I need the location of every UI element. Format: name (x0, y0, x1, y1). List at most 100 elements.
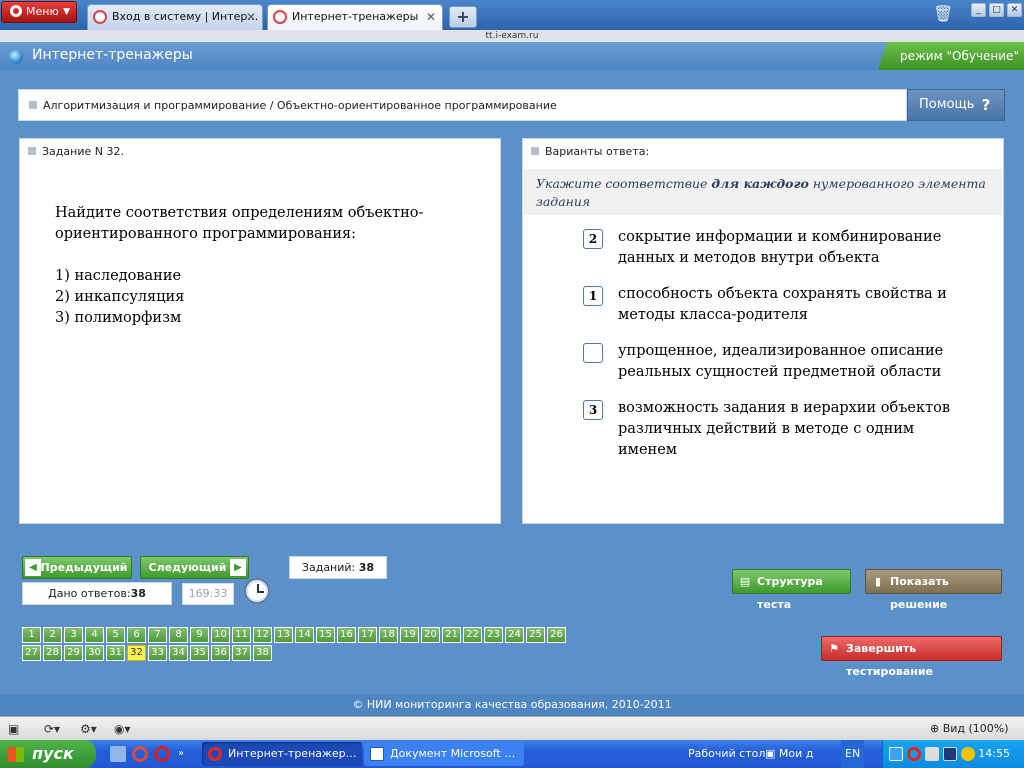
window-close-button[interactable]: ✕ (1007, 3, 1022, 17)
unite-icon[interactable]: ⚙▾ (80, 721, 97, 737)
task-number-4[interactable]: 4 (85, 627, 104, 643)
question-item: 3) полиморфизм (55, 310, 182, 326)
taskbar-window-word[interactable]: Документ Microsoft … (364, 742, 524, 766)
task-number-29[interactable]: 29 (64, 645, 83, 661)
task-number-27[interactable]: 27 (22, 645, 41, 661)
question-text: Найдите соответствия определениям объект… (55, 203, 475, 329)
display-icon[interactable] (943, 747, 957, 761)
task-number-6[interactable]: 6 (127, 627, 146, 643)
maximize-button[interactable]: □ (989, 3, 1004, 17)
minimize-button[interactable]: _ (971, 3, 986, 17)
task-number-18[interactable]: 18 (379, 627, 398, 643)
sync-icon[interactable]: ⟳▾ (44, 721, 60, 737)
quicklaunch-opera-icon[interactable] (132, 746, 148, 762)
favicon-icon (273, 10, 287, 24)
task-number-22[interactable]: 22 (463, 627, 482, 643)
answer-text: сокрытие информации и комбинирование дан… (618, 229, 942, 266)
task-number-24[interactable]: 24 (505, 627, 524, 643)
task-number-28[interactable]: 28 (43, 645, 62, 661)
show-solution-button[interactable]: ▮ Показать решение (865, 569, 1002, 611)
task-number-14[interactable]: 14 (295, 627, 314, 643)
task-number-30[interactable]: 30 (85, 645, 104, 661)
close-icon[interactable]: ✕ (426, 5, 436, 29)
task-number-7[interactable]: 7 (148, 627, 167, 643)
globe-icon (9, 50, 23, 64)
help-button[interactable]: Помощь ? (907, 89, 1005, 121)
task-number-15[interactable]: 15 (316, 627, 335, 643)
task-number-38[interactable]: 38 (253, 645, 272, 661)
answers-panel: Варианты ответа: Укажите соответствие дл… (522, 138, 1004, 524)
match-input[interactable]: 1 (583, 286, 603, 306)
question-line: Найдите соответствия определениям объект… (55, 205, 424, 221)
address-bar[interactable]: tt.i-exam.ru (0, 30, 1024, 42)
clock-icon (244, 578, 270, 604)
menu-label: Меню (26, 5, 59, 18)
site-title: Интернет-тренажеры (32, 47, 193, 63)
book-icon: ▮ (874, 575, 882, 588)
task-number-1[interactable]: 1 (22, 627, 41, 643)
task-number-13[interactable]: 13 (274, 627, 293, 643)
desktop-toolbar[interactable]: Рабочий стол (688, 740, 765, 768)
match-input[interactable]: 2 (583, 229, 603, 249)
task-number-34[interactable]: 34 (169, 645, 188, 661)
opera-tray-icon[interactable] (907, 747, 921, 761)
task-number-37[interactable]: 37 (232, 645, 251, 661)
task-number-9[interactable]: 9 (190, 627, 209, 643)
task-number-10[interactable]: 10 (211, 627, 230, 643)
quicklaunch-pen-icon[interactable] (110, 746, 126, 762)
task-number-17[interactable]: 17 (358, 627, 377, 643)
task-number-8[interactable]: 8 (169, 627, 188, 643)
mode-badge: режим "Обучение" (878, 42, 1024, 70)
task-number-21[interactable]: 21 (442, 627, 461, 643)
new-tab-button[interactable]: + (449, 6, 477, 28)
network-icon[interactable] (889, 747, 903, 761)
task-number-19[interactable]: 19 (400, 627, 419, 643)
quicklaunch-more-icon[interactable]: » (178, 746, 194, 762)
turbo-icon[interactable]: ◉▾ (114, 721, 131, 737)
volume-icon[interactable] (925, 747, 939, 761)
prev-button[interactable]: ◀ Предыдущий (22, 556, 132, 579)
task-panel: Задание N 32. Найдите соответствия опред… (19, 138, 501, 524)
windows-taskbar: пуск » Интернет-тренажер… Документ Micro… (0, 740, 1024, 768)
antivirus-icon[interactable] (961, 747, 975, 761)
answer-text: упрощенное, идеализированное описание ре… (618, 343, 944, 380)
taskbar-window-opera[interactable]: Интернет-тренажер… (202, 742, 362, 766)
task-number-12[interactable]: 12 (253, 627, 272, 643)
next-button[interactable]: Следующий ▶ (140, 556, 249, 579)
match-input[interactable] (583, 343, 603, 363)
opera-menu-button[interactable]: Меню ▼ (1, 1, 77, 23)
language-indicator[interactable]: EN (841, 740, 865, 768)
topic-path: Алгоритмизация и программирование / Объе… (43, 99, 557, 112)
my-docs-toolbar[interactable]: ▣ Мои д (765, 740, 813, 768)
task-number-32[interactable]: 32 (127, 645, 146, 661)
task-number-35[interactable]: 35 (190, 645, 209, 661)
finish-test-button[interactable]: ⚑ Завершить тестирование (821, 636, 1002, 678)
favicon-icon (93, 10, 107, 24)
task-number-33[interactable]: 33 (148, 645, 167, 661)
answer-text: способность объекта сохранять свойства и… (618, 286, 947, 323)
task-number-26[interactable]: 26 (547, 627, 566, 643)
task-number-20[interactable]: 20 (421, 627, 440, 643)
prev-label: Предыдущий (40, 561, 128, 574)
task-number-5[interactable]: 5 (106, 627, 125, 643)
zoom-icon: ⊕ (930, 722, 943, 735)
task-number-16[interactable]: 16 (337, 627, 356, 643)
task-number-31[interactable]: 31 (106, 645, 125, 661)
task-number-25[interactable]: 25 (526, 627, 545, 643)
close-icon[interactable]: ✕ (246, 5, 256, 29)
quicklaunch-opera2-icon[interactable] (154, 746, 170, 762)
tab-login[interactable]: Вход в систему | Интер… ✕ (87, 4, 263, 30)
system-clock: 14:55 (978, 747, 1010, 760)
structure-button[interactable]: ▤ Структура теста (732, 569, 851, 611)
task-number-11[interactable]: 11 (232, 627, 251, 643)
task-number-23[interactable]: 23 (484, 627, 503, 643)
zoom-control[interactable]: ⊕ Вид (100%) (930, 721, 1009, 737)
tab-trainers[interactable]: Интернет-тренажеры ✕ (267, 4, 443, 30)
match-input[interactable]: 3 (583, 400, 603, 420)
start-button[interactable]: пуск (0, 740, 96, 768)
task-number-36[interactable]: 36 (211, 645, 230, 661)
task-number-2[interactable]: 2 (43, 627, 62, 643)
trash-icon[interactable]: 🗑 (933, 4, 953, 26)
task-number-3[interactable]: 3 (64, 627, 83, 643)
panel-toggle-icon[interactable]: ▣ (8, 721, 19, 737)
